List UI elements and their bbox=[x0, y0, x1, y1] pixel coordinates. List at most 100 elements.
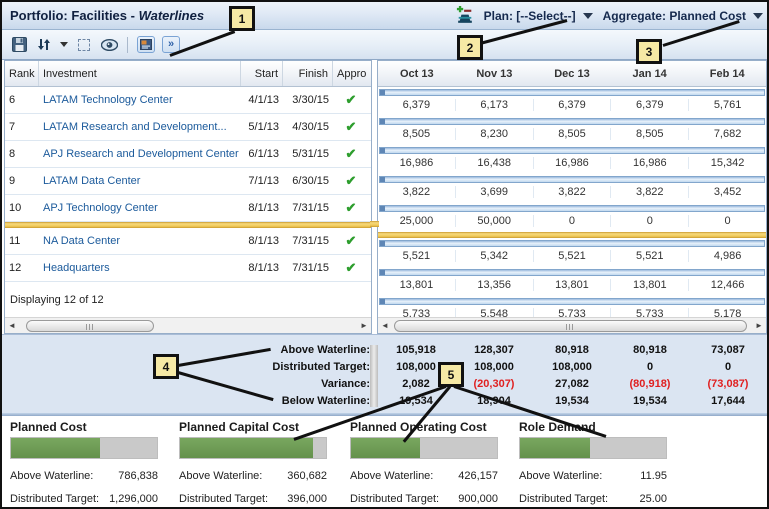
start-date-cell: 6/1/13 bbox=[248, 148, 279, 160]
timeline-value-cell: 25,000 bbox=[399, 215, 434, 227]
column-header-investment[interactable]: Investment bbox=[39, 61, 241, 86]
summary-value: 105,918 bbox=[396, 343, 436, 356]
view-icon[interactable] bbox=[100, 36, 118, 54]
rank-cell: 9 bbox=[9, 175, 16, 187]
investment-link[interactable]: NA Data Center bbox=[39, 235, 241, 247]
gantt-bar[interactable] bbox=[379, 205, 765, 212]
timeline-value-cell: 16,986 bbox=[532, 157, 611, 169]
expand-toolbar-icon[interactable]: » bbox=[162, 36, 180, 53]
summary-label: Distributed Target: bbox=[272, 360, 370, 373]
start-date-cell: 7/1/13 bbox=[248, 175, 279, 187]
export-powerpoint-icon[interactable] bbox=[137, 36, 155, 53]
gantt-bar-cap bbox=[380, 177, 385, 182]
scroll-left-arrow-icon[interactable]: ◄ bbox=[378, 318, 392, 334]
aggregate-selector[interactable]: Aggregate: Planned Cost bbox=[603, 9, 763, 23]
timeline-value-cell: 3,699 bbox=[454, 186, 533, 198]
investment-row[interactable]: 6 LATAM Technology Center 4/1/13 3/30/15 ✔ bbox=[5, 87, 371, 114]
gantt-bar[interactable] bbox=[379, 118, 765, 125]
gantt-bar[interactable] bbox=[379, 176, 765, 183]
timeline-row: 3,822 3,699 3,822 3,822 3,452 bbox=[378, 176, 766, 203]
scrollbar-thumb[interactable] bbox=[25, 319, 155, 332]
metric-target-label: Distributed Target: bbox=[10, 493, 100, 505]
column-header-rank[interactable]: Rank bbox=[5, 61, 39, 86]
column-header-start[interactable]: Start bbox=[241, 61, 283, 86]
waterline-workspace: Rank Investment Start Finish Appro 6 LATAM Te… bbox=[2, 60, 767, 334]
month-header: Nov 13 bbox=[476, 67, 513, 80]
scroll-left-arrow-icon[interactable]: ◄ bbox=[5, 318, 19, 334]
timeline-value-cell: 5,521 bbox=[610, 250, 688, 262]
timeline-value-cell: 16,986 bbox=[610, 157, 688, 169]
panel-divider-strip bbox=[370, 345, 378, 407]
month-header: Feb 14 bbox=[709, 67, 745, 80]
investments-horizontal-scrollbar[interactable]: ◄ ► bbox=[5, 317, 371, 333]
gantt-bar[interactable] bbox=[379, 240, 765, 247]
timeline-row: 25,000 50,000 0 0 0 bbox=[378, 205, 766, 232]
add-plan-icon[interactable] bbox=[456, 5, 474, 25]
timeline-row: 13,801 13,356 13,801 13,801 12,466 bbox=[378, 269, 766, 296]
timeline-row: 6,379 6,173 6,379 6,379 5,761 bbox=[378, 89, 766, 116]
dropdown-caret-icon[interactable] bbox=[60, 42, 68, 47]
scroll-right-arrow-icon[interactable]: ► bbox=[357, 318, 371, 334]
metric-progress-fill bbox=[11, 438, 101, 458]
summary-value: 27,082 bbox=[555, 377, 589, 390]
metric-above-label: Above Waterline: bbox=[10, 470, 94, 482]
summary-value: (20,307) bbox=[473, 377, 515, 390]
start-date-cell: 8/1/13 bbox=[248, 262, 279, 274]
gantt-bar[interactable] bbox=[379, 298, 765, 305]
timeline-value-cell: 3,452 bbox=[688, 186, 766, 198]
multiselect-icon[interactable] bbox=[75, 36, 93, 54]
metric-panel: Planned Capital Cost Above Waterline: 360,… bbox=[179, 420, 327, 505]
timeline-value-cell: 8,505 bbox=[402, 128, 431, 140]
page-title-view-name: Waterlines bbox=[138, 8, 205, 23]
investment-link[interactable]: LATAM Technology Center bbox=[39, 94, 241, 106]
gantt-bar[interactable] bbox=[379, 269, 765, 276]
timeline-row: 16,986 16,438 16,986 16,986 15,342 bbox=[378, 147, 766, 174]
chevron-down-icon[interactable] bbox=[582, 12, 593, 19]
investment-row[interactable]: 11 NA Data Center 8/1/13 7/31/15 ✔ bbox=[5, 228, 371, 255]
investment-row[interactable]: 12 Headquarters 8/1/13 7/31/15 ✔ bbox=[5, 255, 371, 282]
metric-target-label: Distributed Target: bbox=[179, 493, 269, 505]
timeline-value-cell: 5,342 bbox=[454, 250, 533, 262]
gantt-bar[interactable] bbox=[379, 147, 765, 154]
investment-link[interactable]: LATAM Data Center bbox=[39, 175, 241, 187]
chevron-down-icon[interactable] bbox=[753, 12, 763, 19]
investment-link[interactable]: LATAM Research and Development... bbox=[39, 121, 241, 133]
gantt-bar[interactable] bbox=[379, 89, 765, 96]
plan-selector[interactable]: Plan: [--Select--] bbox=[484, 9, 593, 23]
column-header-appro[interactable]: Appro bbox=[333, 61, 369, 86]
investment-row[interactable]: 7 LATAM Research and Development... 5/1/13… bbox=[5, 114, 371, 141]
approved-check-icon: ✔ bbox=[345, 119, 357, 134]
timeline-horizontal-scrollbar[interactable]: ◄ ► bbox=[378, 317, 766, 333]
approved-check-icon: ✔ bbox=[345, 146, 357, 161]
investment-link[interactable]: APJ Technology Center bbox=[39, 202, 241, 214]
timeline-value-cell: 6,173 bbox=[454, 99, 533, 111]
investment-link[interactable]: APJ Research and Development Center bbox=[39, 148, 241, 160]
gantt-bar-cap bbox=[380, 241, 385, 246]
summary-value: 19,534 bbox=[633, 394, 667, 407]
approved-check-icon: ✔ bbox=[345, 173, 357, 188]
waterline-divider[interactable] bbox=[378, 232, 766, 238]
timeline-value-cell: 5,761 bbox=[688, 99, 766, 111]
scrollbar-thumb[interactable] bbox=[393, 319, 747, 332]
approved-check-icon: ✔ bbox=[345, 260, 357, 275]
column-header-finish[interactable]: Finish bbox=[283, 61, 333, 86]
investment-row[interactable]: 8 APJ Research and Development Center 6/1/… bbox=[5, 141, 371, 168]
finish-date-cell: 6/30/15 bbox=[292, 175, 329, 187]
rank-cell: 10 bbox=[9, 202, 22, 214]
investment-row[interactable]: 9 LATAM Data Center 7/1/13 6/30/15 ✔ bbox=[5, 168, 371, 195]
summary-value: 80,918 bbox=[633, 343, 667, 356]
timeline-value-cell: 8,505 bbox=[610, 128, 688, 140]
timeline-rows: 6,379 6,173 6,379 6,379 5,761 8,505 8,230 8,505… bbox=[378, 89, 766, 325]
metric-progress-fill bbox=[180, 438, 313, 458]
waterline-divider[interactable] bbox=[370, 221, 379, 227]
metric-panel: Planned Cost Above Waterline: 786,838 Distr… bbox=[10, 420, 158, 505]
investment-link[interactable]: Headquarters bbox=[39, 262, 241, 274]
save-icon[interactable] bbox=[10, 36, 28, 54]
investment-row[interactable]: 10 APJ Technology Center 8/1/13 7/31/15 ✔ bbox=[5, 195, 371, 222]
gantt-bar-cap bbox=[380, 90, 385, 95]
waterline-toolbar: » bbox=[2, 30, 767, 60]
metric-target-value: 396,000 bbox=[287, 493, 327, 505]
finish-date-cell: 7/31/15 bbox=[292, 202, 329, 214]
scroll-right-arrow-icon[interactable]: ► bbox=[752, 318, 766, 334]
sort-icon[interactable] bbox=[35, 36, 53, 54]
